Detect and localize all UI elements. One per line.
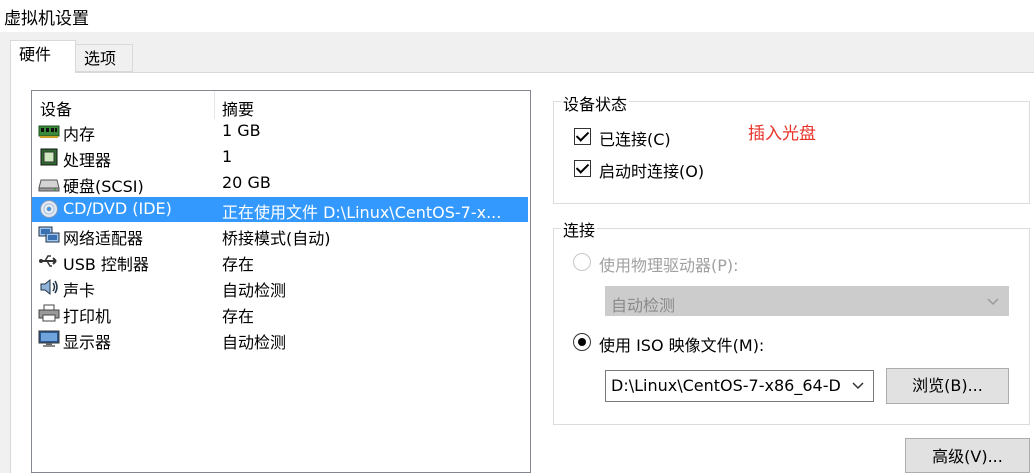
check-mark-icon <box>575 128 590 142</box>
device-row-memory[interactable]: 内存 1 GB <box>32 119 530 144</box>
insert-disc-annotation: 插入光盘 <box>748 124 816 144</box>
tab-hardware[interactable]: 硬件 <box>10 40 76 73</box>
network-adapter-icon <box>38 226 60 243</box>
chevron-down-icon <box>987 298 999 306</box>
device-summary: 自动检测 <box>222 281 287 300</box>
connected-label[interactable]: 已连接(C) <box>599 126 671 150</box>
iso-image-radio[interactable] <box>573 333 591 351</box>
speaker-icon <box>40 278 58 296</box>
device-name: 打印机 <box>63 307 112 326</box>
usb-icon <box>39 255 57 267</box>
device-name: 内存 <box>63 125 96 144</box>
radio-selected-dot <box>578 338 586 346</box>
device-summary: 20 GB <box>222 173 271 192</box>
device-status-group <box>553 101 1030 204</box>
processor-icon <box>40 148 58 166</box>
physical-drive-label[interactable]: 使用物理驱动器(P): <box>599 252 739 276</box>
printer-icon <box>38 304 60 322</box>
device-row-network-adapter[interactable]: 网络适配器 桥接模式(自动) <box>32 223 530 248</box>
iso-path-value: D:\Linux\CentOS-7-x86_64-D <box>611 376 841 395</box>
device-name: 硬盘(SCSI) <box>63 177 144 196</box>
device-name: 网络适配器 <box>63 229 144 248</box>
advanced-button[interactable]: 高级(V)... <box>905 438 1030 473</box>
device-summary: 1 <box>222 147 233 166</box>
device-summary: 1 GB <box>222 121 261 140</box>
connect-at-power-on-checkbox[interactable] <box>574 160 591 177</box>
device-row-hard-disk[interactable]: 硬盘(SCSI) 20 GB <box>32 171 530 196</box>
device-summary: 正在使用文件 D:\Linux\CentOS-7-x... <box>222 203 502 222</box>
browse-button[interactable]: 浏览(B)... <box>886 368 1009 404</box>
chevron-down-icon <box>852 382 864 390</box>
connected-checkbox[interactable] <box>574 128 591 145</box>
memory-icon <box>38 125 60 138</box>
column-separator[interactable] <box>214 91 215 119</box>
device-summary: 自动检测 <box>222 333 287 352</box>
tab-options-label: 选项 <box>84 49 117 68</box>
device-name: 声卡 <box>63 281 96 300</box>
device-row-processor[interactable]: 处理器 1 <box>32 145 530 170</box>
tab-options[interactable]: 选项 <box>75 44 133 72</box>
connect-at-power-on-label[interactable]: 启动时连接(O) <box>599 158 704 182</box>
display-icon <box>38 330 60 347</box>
iso-image-label[interactable]: 使用 ISO 映像文件(M): <box>599 332 764 356</box>
device-row-display[interactable]: 显示器 自动检测 <box>32 327 530 352</box>
hard-disk-icon <box>38 179 60 192</box>
device-name: CD/DVD (IDE) <box>63 199 172 218</box>
device-status-title: 设备状态 <box>561 91 630 115</box>
iso-path-combobox[interactable]: D:\Linux\CentOS-7-x86_64-D <box>605 370 874 402</box>
connection-title: 连接 <box>561 217 598 241</box>
device-summary: 存在 <box>222 307 255 326</box>
device-row-cd-dvd[interactable]: CD/DVD (IDE) 正在使用文件 D:\Linux\CentOS-7-x.… <box>32 197 530 222</box>
device-summary: 存在 <box>222 255 255 274</box>
device-list[interactable]: 设备 摘要 内存 1 GB 处理器 1 硬盘(SCSI) 20 GB CD/DV… <box>31 90 531 473</box>
device-row-printer[interactable]: 打印机 存在 <box>32 301 530 326</box>
device-row-usb-controller[interactable]: USB 控制器 存在 <box>32 249 530 274</box>
list-header: 设备 摘要 <box>32 91 530 119</box>
header-summary[interactable]: 摘要 <box>222 96 254 120</box>
title-bar: 虚拟机设置 <box>0 0 1034 32</box>
physical-drive-radio[interactable] <box>573 253 591 271</box>
check-mark-icon <box>575 160 590 174</box>
device-row-sound-card[interactable]: 声卡 自动检测 <box>32 275 530 300</box>
physical-drive-value: 自动检测 <box>611 296 676 315</box>
device-name: USB 控制器 <box>63 255 149 274</box>
cd-dvd-icon <box>40 200 58 218</box>
physical-drive-select[interactable]: 自动检测 <box>605 286 1009 316</box>
device-name: 处理器 <box>63 151 112 170</box>
tab-hardware-label: 硬件 <box>19 45 52 64</box>
device-summary: 桥接模式(自动) <box>222 229 331 248</box>
device-name: 显示器 <box>63 333 112 352</box>
header-device[interactable]: 设备 <box>40 96 72 120</box>
window-title: 虚拟机设置 <box>4 9 89 29</box>
